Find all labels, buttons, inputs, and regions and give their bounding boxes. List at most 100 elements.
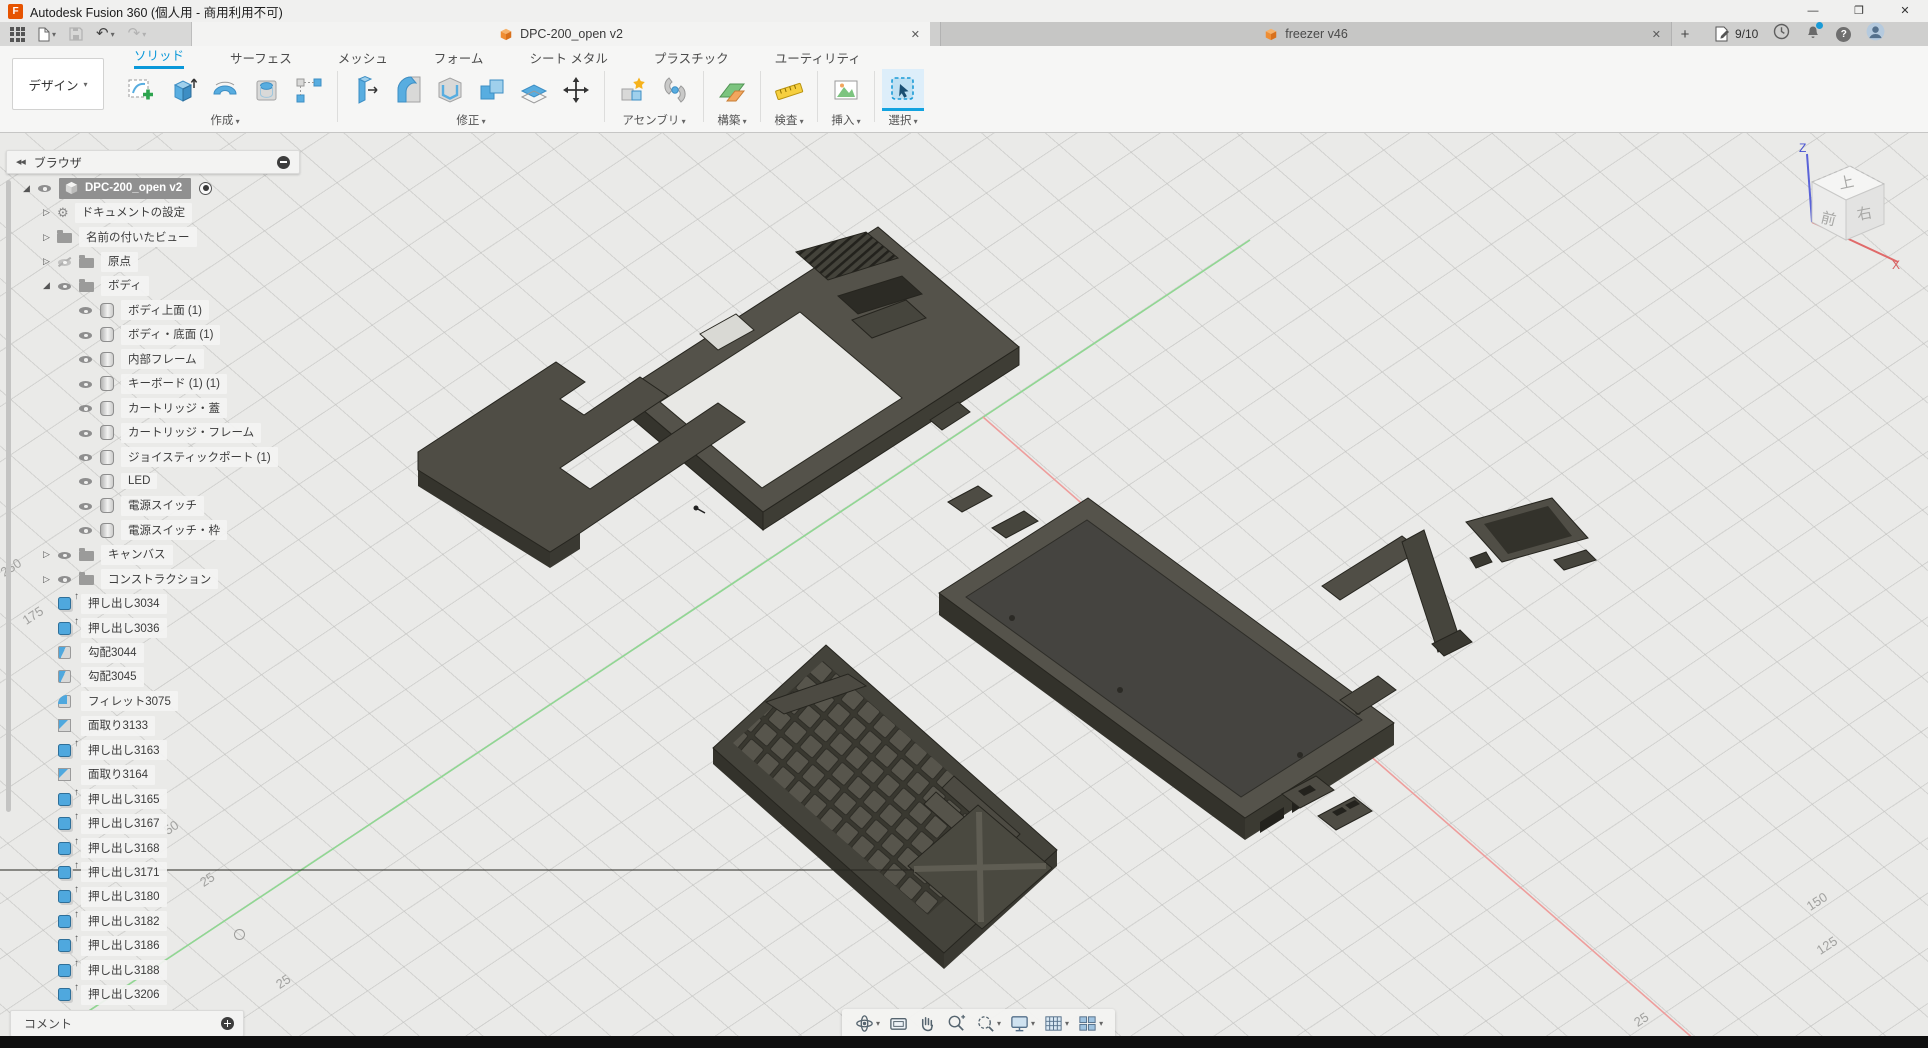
grid-settings-button[interactable]: ▾	[1041, 1013, 1071, 1034]
extension-manager-button[interactable]	[1773, 23, 1790, 45]
feature-row[interactable]: 面取り3164	[6, 763, 306, 787]
tree-item-label[interactable]: ボディ	[101, 276, 149, 296]
joint-button[interactable]	[654, 69, 696, 111]
feature-label[interactable]: 押し出し3180	[81, 887, 167, 907]
feature-label[interactable]: 押し出し3186	[81, 936, 167, 956]
tree-row-origin[interactable]: ▷ 原点	[6, 249, 306, 273]
document-tab-inactive[interactable]: freezer v46 ✕	[940, 22, 1672, 46]
display-settings-button[interactable]: ▾	[1007, 1013, 1037, 1034]
fit-button[interactable]: ▾	[973, 1013, 1003, 1034]
feature-label[interactable]: フィレット3075	[81, 691, 178, 711]
feature-row[interactable]: 押し出し3186	[6, 934, 306, 958]
group-label-select[interactable]: 選択	[888, 111, 917, 128]
tree-row-named-views[interactable]: ▷ 名前の付いたビュー	[6, 225, 306, 249]
create-sketch-button[interactable]	[120, 69, 162, 111]
collapse-expanded-icon[interactable]: ◢	[40, 280, 53, 291]
pattern-button[interactable]	[288, 69, 330, 111]
tree-row-root[interactable]: ◢ DPC-200_open v2	[6, 176, 306, 200]
eye-icon[interactable]	[57, 572, 72, 587]
select-button[interactable]	[882, 69, 924, 111]
group-label-create[interactable]: 作成	[210, 111, 239, 128]
eye-icon[interactable]	[78, 376, 93, 391]
feature-label[interactable]: 押し出し3036	[81, 618, 167, 638]
eye-icon[interactable]	[78, 303, 93, 318]
file-menu-button[interactable]: ▾	[38, 27, 56, 42]
root-component-label[interactable]: DPC-200_open v2	[85, 182, 182, 194]
eye-icon[interactable]	[78, 327, 93, 342]
tree-item-label[interactable]: コンストラクション	[101, 569, 218, 589]
eye-icon[interactable]	[78, 498, 93, 513]
body-label[interactable]: ボディ・底面 (1)	[121, 325, 220, 345]
tree-row-body[interactable]: カートリッジ・フレーム	[6, 420, 306, 444]
eye-icon[interactable]	[57, 278, 72, 293]
feature-row[interactable]: 押し出し3167	[6, 811, 306, 835]
tab-plastic[interactable]: プラスチック	[654, 48, 729, 69]
close-tab-icon[interactable]: ✕	[1652, 28, 1661, 41]
tree-row-construction[interactable]: ▷ コンストラクション	[6, 567, 306, 591]
expand-icon[interactable]: ▷	[40, 232, 53, 243]
tree-row-body[interactable]: 電源スイッチ・枠	[6, 518, 306, 542]
new-component-button[interactable]	[612, 69, 654, 111]
eye-icon[interactable]	[57, 547, 72, 562]
expand-icon[interactable]: ▷	[40, 574, 53, 585]
help-button[interactable]: ?	[1836, 27, 1851, 42]
feature-label[interactable]: 押し出し3168	[81, 838, 167, 858]
view-cube[interactable]: 上 前 右 Z X	[1782, 138, 1914, 270]
browser-panel-header[interactable]: ◀◀ ブラウザ	[6, 150, 300, 174]
hole-button[interactable]	[246, 69, 288, 111]
eye-icon[interactable]	[37, 181, 52, 196]
profile-button[interactable]	[1866, 22, 1885, 46]
eye-icon[interactable]	[78, 352, 93, 367]
tree-row-body[interactable]: 電源スイッチ	[6, 494, 306, 518]
feature-row[interactable]: 押し出し3034	[6, 591, 306, 615]
feature-row[interactable]: 押し出し3036	[6, 616, 306, 640]
tree-row-body[interactable]: ジョイスティックポート (1)	[6, 445, 306, 469]
body-label[interactable]: ジョイスティックポート (1)	[121, 447, 278, 467]
eye-icon[interactable]	[78, 425, 93, 440]
eye-icon[interactable]	[78, 401, 93, 416]
viewports-button[interactable]: ▾	[1075, 1013, 1105, 1034]
app-launcher-icon[interactable]	[10, 27, 25, 42]
tab-sheet-metal[interactable]: シート メタル	[529, 48, 607, 69]
tab-mesh[interactable]: メッシュ	[338, 48, 388, 69]
feature-label[interactable]: 押し出し3182	[81, 911, 167, 931]
body-label[interactable]: LED	[121, 473, 157, 489]
expand-icon[interactable]: ▷	[40, 256, 53, 267]
feature-label[interactable]: 押し出し3188	[81, 960, 167, 980]
tree-row-document-settings[interactable]: ▷ ⚙ ドキュメントの設定	[6, 200, 306, 224]
tab-utilities[interactable]: ユーティリティ	[775, 48, 861, 69]
feature-row[interactable]: フィレット3075	[6, 689, 306, 713]
shell-button[interactable]	[429, 69, 471, 111]
tree-row-bodies-folder[interactable]: ◢ ボディ	[6, 274, 306, 298]
add-comment-icon[interactable]	[221, 1017, 234, 1030]
undo-button[interactable]: ↶▾	[96, 27, 115, 41]
notifications-button[interactable]	[1805, 23, 1821, 45]
body-label[interactable]: ボディ上面 (1)	[121, 300, 209, 320]
orbit-button[interactable]: ▾	[852, 1013, 882, 1034]
selected-root-component[interactable]: DPC-200_open v2	[59, 178, 191, 199]
tree-row-body[interactable]: ボディ・底面 (1)	[6, 323, 306, 347]
fillet-button[interactable]	[387, 69, 429, 111]
offset-face-button[interactable]	[513, 69, 555, 111]
combine-button[interactable]	[471, 69, 513, 111]
feature-row[interactable]: 勾配3044	[6, 640, 306, 664]
feature-label[interactable]: 勾配3045	[81, 667, 144, 687]
feature-label[interactable]: 押し出し3163	[81, 740, 167, 760]
tree-row-body[interactable]: キーボード (1) (1)	[6, 372, 306, 396]
feature-label[interactable]: 押し出し3034	[81, 594, 167, 614]
move-button[interactable]	[555, 69, 597, 111]
feature-row[interactable]: 押し出し3168	[6, 836, 306, 860]
feature-label[interactable]: 面取り3164	[81, 765, 155, 785]
expand-icon[interactable]: ▷	[40, 549, 53, 560]
feature-row[interactable]: 押し出し3180	[6, 885, 306, 909]
feature-row[interactable]: 押し出し3182	[6, 909, 306, 933]
group-label-inspect[interactable]: 検査	[774, 111, 803, 128]
feature-label[interactable]: 押し出し3167	[81, 814, 167, 834]
look-at-button[interactable]	[886, 1013, 911, 1034]
remove-panel-icon[interactable]	[277, 156, 290, 169]
collapse-panel-icon[interactable]: ◀◀	[16, 158, 25, 166]
activate-component-radio[interactable]	[199, 182, 212, 195]
construction-plane-button[interactable]	[711, 69, 753, 111]
group-label-construct[interactable]: 構築	[717, 111, 746, 128]
save-button[interactable]	[69, 27, 83, 41]
